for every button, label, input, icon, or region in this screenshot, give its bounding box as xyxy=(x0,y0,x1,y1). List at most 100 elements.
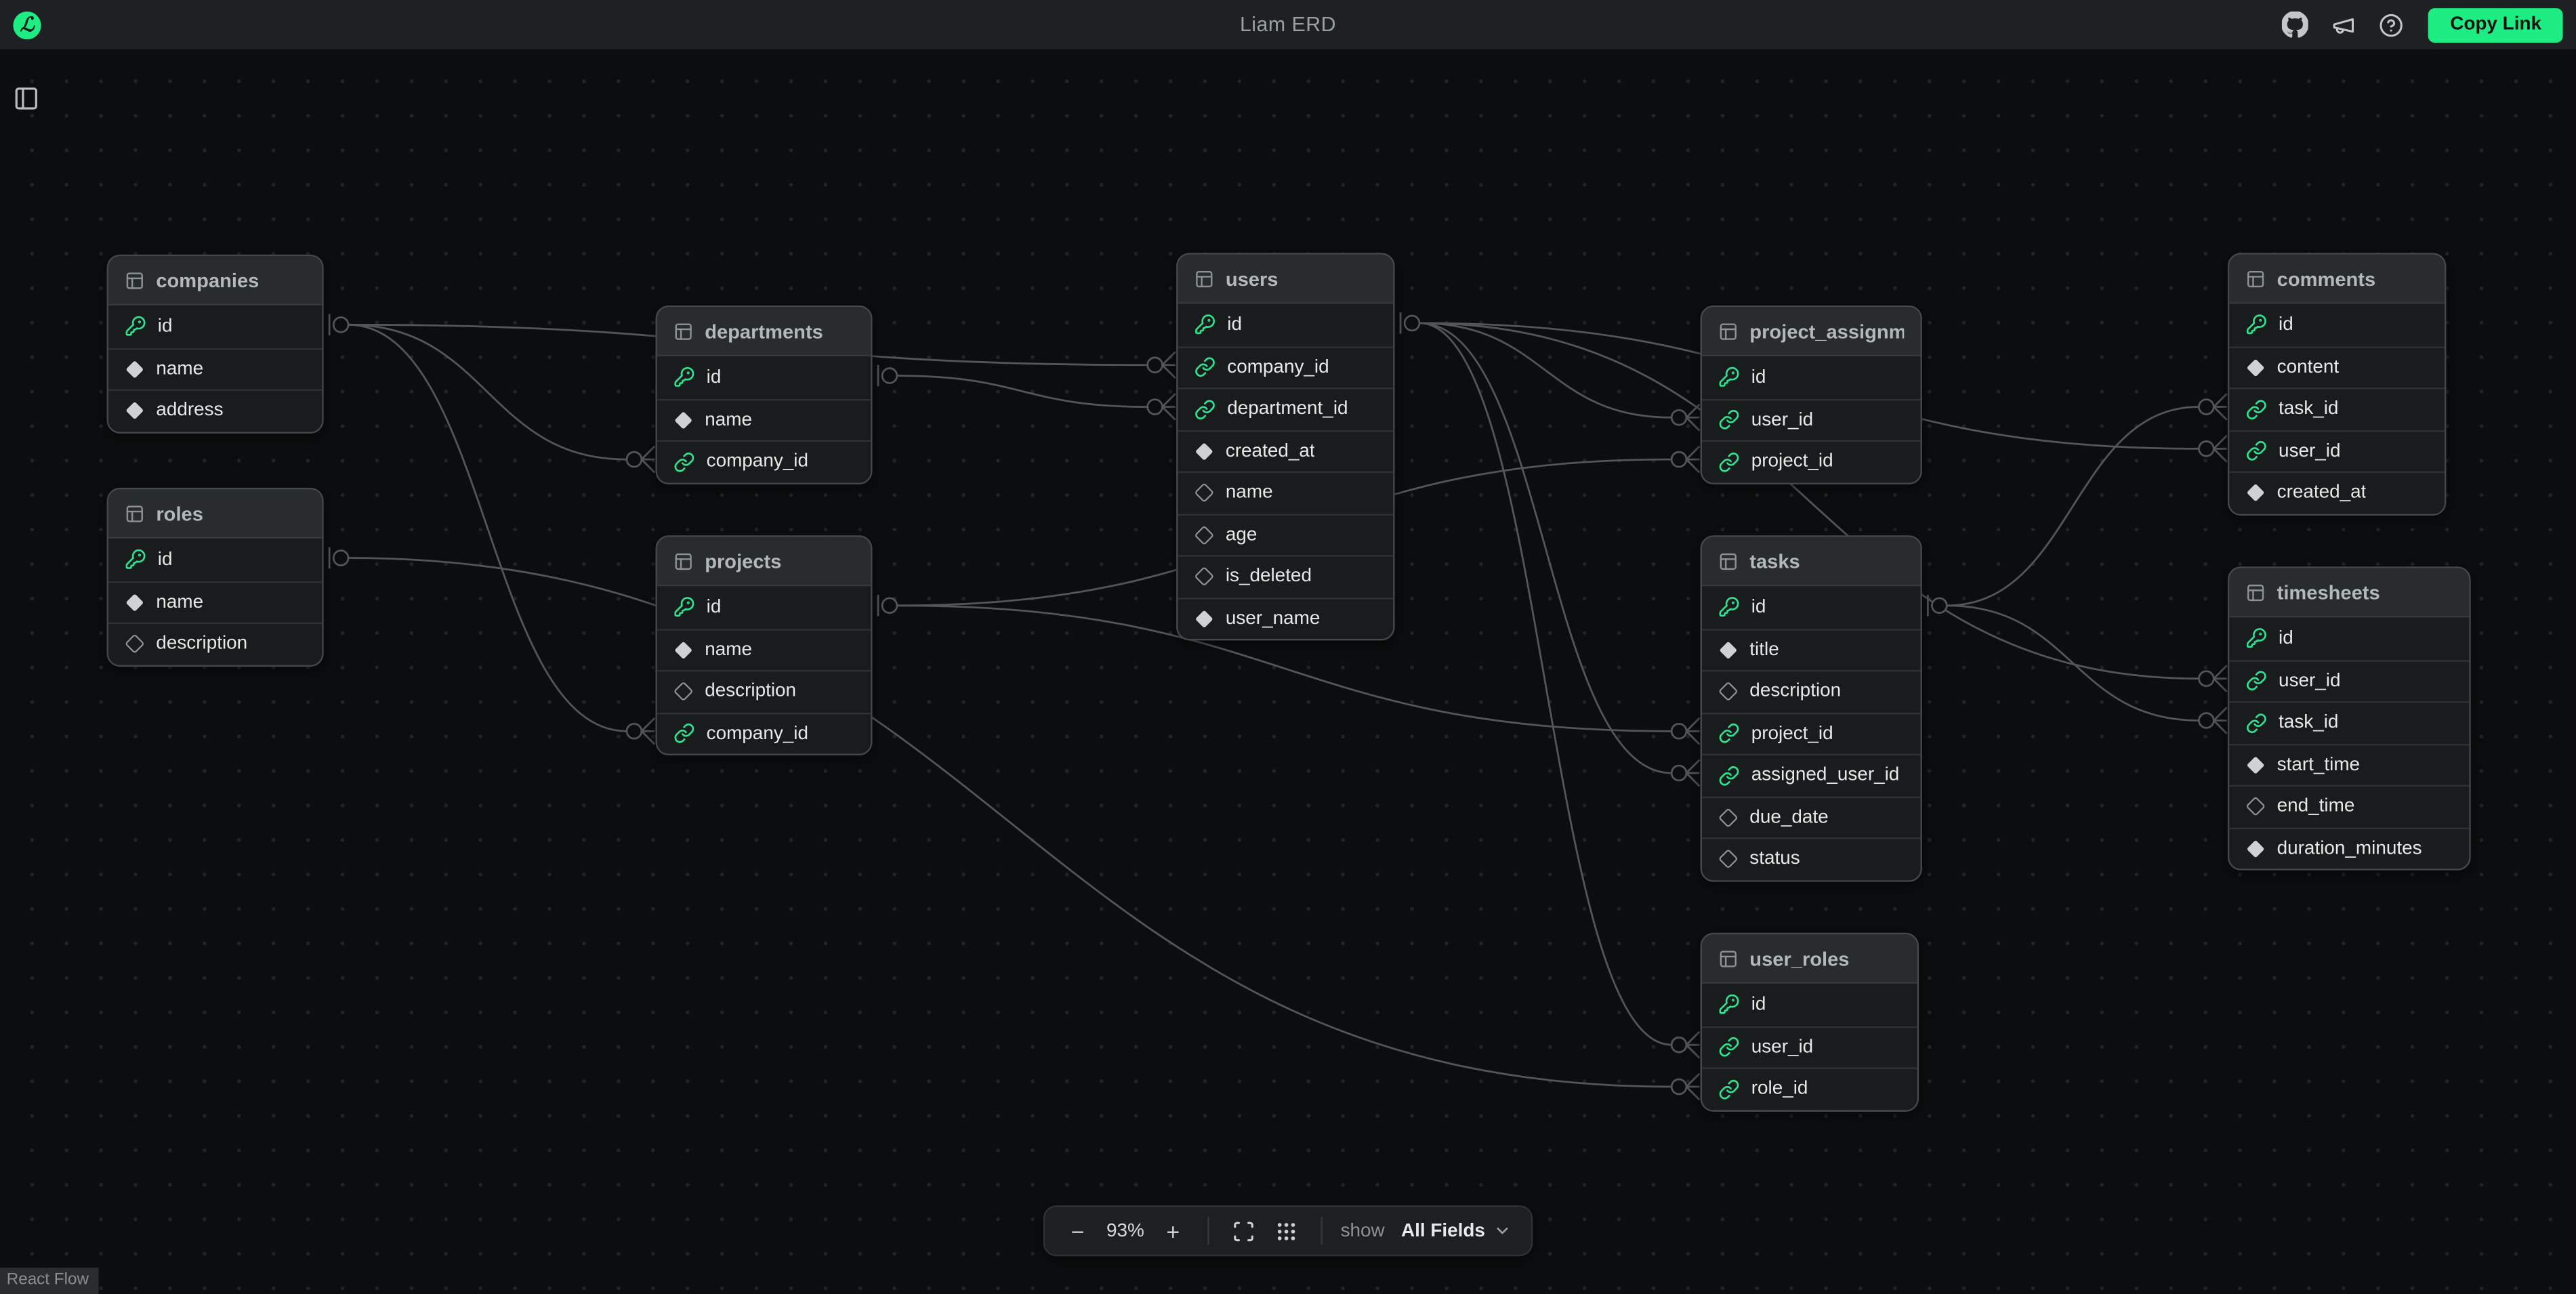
field-project_assignments-user_id[interactable]: user_id xyxy=(1702,398,1920,440)
fields-filter-dropdown[interactable]: All Fields xyxy=(1398,1221,1514,1240)
app-title: Liam ERD xyxy=(1240,13,1336,36)
field-name: address xyxy=(156,401,223,421)
field-departments-company_id[interactable]: company_id xyxy=(657,440,871,482)
field-timesheets-duration_minutes[interactable]: duration_minutes xyxy=(2229,827,2469,869)
field-name: name xyxy=(705,410,752,430)
table-header-tasks[interactable]: tasks xyxy=(1702,537,1920,587)
copy-link-button[interactable]: Copy Link xyxy=(2429,7,2563,42)
table-name: comments xyxy=(2277,267,2376,290)
field-users-name[interactable]: name xyxy=(1178,472,1394,514)
field-companies-name[interactable]: name xyxy=(108,348,322,390)
field-roles-name[interactable]: name xyxy=(108,581,322,623)
table-header-departments[interactable]: departments xyxy=(657,307,871,356)
primary-key-icon xyxy=(125,316,146,337)
field-project_assignments-project_id[interactable]: project_id xyxy=(1702,440,1920,482)
field-comments-content[interactable]: content xyxy=(2229,346,2445,388)
field-name: role_id xyxy=(1751,1079,1808,1099)
field-name: id xyxy=(2279,315,2293,335)
table-user_roles[interactable]: user_rolesiduser_id role_id xyxy=(1701,933,1919,1111)
announcements-button[interactable] xyxy=(2327,8,2359,41)
field-name: user_name xyxy=(1226,609,1321,629)
field-comments-task_id[interactable]: task_id xyxy=(2229,388,2445,430)
primary-key-icon xyxy=(125,549,146,570)
field-comments-user_id[interactable]: user_id xyxy=(2229,430,2445,472)
field-companies-id[interactable]: id xyxy=(108,306,322,348)
table-projects[interactable]: projectsidnamedescriptioncompany_id xyxy=(655,535,872,755)
field-roles-description[interactable]: description xyxy=(108,623,322,665)
table-header-user_roles[interactable]: user_roles xyxy=(1702,934,1917,984)
table-tasks[interactable]: tasksidtitle description project_idassigne… xyxy=(1701,535,1922,881)
field-users-department_id[interactable]: department_id xyxy=(1178,388,1394,430)
github-button[interactable] xyxy=(2279,8,2312,41)
field-tasks-project_id[interactable]: project_id xyxy=(1702,712,1920,754)
field-timesheets-start_time[interactable]: start_time xyxy=(2229,743,2469,785)
table-companies[interactable]: companiesid name address xyxy=(107,255,324,433)
field-users-created_at[interactable]: created_at xyxy=(1178,430,1394,472)
field-users-company_id[interactable]: company_id xyxy=(1178,346,1394,388)
field-companies-address[interactable]: address xyxy=(108,389,322,431)
primary-key-icon xyxy=(1718,994,1740,1016)
diamond-outline-icon xyxy=(673,682,693,702)
field-name: user_id xyxy=(2279,671,2340,691)
field-name: task_id xyxy=(2279,713,2338,733)
table-users[interactable]: usersidcompany_iddepartment_idcreated_at… xyxy=(1176,253,1394,640)
liam-logo-icon: ℒ xyxy=(13,11,41,39)
table-roles[interactable]: rolesidnamedescription xyxy=(107,488,324,666)
table-departments[interactable]: departments id name company_id xyxy=(655,306,872,484)
field-project_assignments-id[interactable]: id xyxy=(1702,356,1920,398)
field-projects-description[interactable]: description xyxy=(657,670,871,712)
field-projects-name[interactable]: name xyxy=(657,628,871,670)
field-tasks-assigned_user_id[interactable]: assigned_user_id xyxy=(1702,754,1920,796)
table-timesheets[interactable]: timesheetsid user_id task_id start_timeend_… xyxy=(2228,566,2471,870)
field-name: name xyxy=(156,359,203,379)
table-header-users[interactable]: users xyxy=(1178,255,1394,304)
fit-view-button[interactable] xyxy=(1227,1214,1260,1247)
table-name: departments xyxy=(705,319,823,342)
field-roles-id[interactable]: id xyxy=(108,539,322,581)
table-comments[interactable]: comments id contenttask_iduser_idcreated_a… xyxy=(2228,253,2446,515)
field-tasks-title[interactable]: title xyxy=(1702,628,1920,670)
field-comments-id[interactable]: id xyxy=(2229,304,2445,346)
table-header-companies[interactable]: companies xyxy=(108,256,322,306)
field-user_roles-user_id[interactable]: user_id xyxy=(1702,1026,1917,1068)
table-project_assignments[interactable]: project_assignme...iduser_id project_id xyxy=(1701,306,1922,484)
toolbar-divider xyxy=(1207,1217,1209,1245)
field-tasks-status[interactable]: status xyxy=(1702,837,1920,879)
field-name: description xyxy=(1749,682,1841,702)
field-tasks-id[interactable]: id xyxy=(1702,586,1920,628)
field-tasks-due_date[interactable]: due_date xyxy=(1702,795,1920,837)
erd-tables-layer: companiesidnameaddressrolesidnamedescrip… xyxy=(0,0,2576,1294)
field-departments-id[interactable]: id xyxy=(657,356,871,398)
table-header-timesheets[interactable]: timesheets xyxy=(2229,568,2469,618)
field-name: due_date xyxy=(1749,808,1828,827)
react-flow-attribution[interactable]: React Flow xyxy=(0,1268,99,1294)
field-departments-name[interactable]: name xyxy=(657,398,871,440)
field-timesheets-end_time[interactable]: end_time xyxy=(2229,785,2469,827)
field-users-id[interactable]: id xyxy=(1178,304,1394,346)
table-header-roles[interactable]: roles xyxy=(108,489,322,539)
zoom-out-button[interactable]: − xyxy=(1061,1214,1094,1247)
diamond-outline-icon xyxy=(1718,682,1738,702)
field-users-is_deleted[interactable]: is_deleted xyxy=(1178,555,1394,597)
table-header-comments[interactable]: comments xyxy=(2229,255,2445,304)
table-header-projects[interactable]: projects xyxy=(657,537,871,587)
field-name: project_id xyxy=(1751,452,1833,472)
sidebar-toggle-button[interactable] xyxy=(10,82,43,114)
field-user_roles-id[interactable]: id xyxy=(1702,984,1917,1026)
field-timesheets-task_id[interactable]: task_id xyxy=(2229,701,2469,743)
field-tasks-description[interactable]: description xyxy=(1702,670,1920,712)
tidy-up-button[interactable] xyxy=(1270,1214,1302,1247)
field-timesheets-user_id[interactable]: user_id xyxy=(2229,659,2469,701)
field-timesheets-id[interactable]: id xyxy=(2229,617,2469,659)
help-button[interactable] xyxy=(2375,8,2407,41)
zoom-in-button[interactable]: + xyxy=(1157,1214,1189,1247)
field-users-age[interactable]: age xyxy=(1178,513,1394,555)
field-projects-company_id[interactable]: company_id xyxy=(657,712,871,754)
foreign-key-icon xyxy=(673,723,695,745)
table-header-project_assignments[interactable]: project_assignme... xyxy=(1702,307,1920,356)
field-user_roles-role_id[interactable]: role_id xyxy=(1702,1068,1917,1110)
field-users-user_name[interactable]: user_name xyxy=(1178,597,1394,639)
field-comments-created_at[interactable]: created_at xyxy=(2229,472,2445,514)
field-projects-id[interactable]: id xyxy=(657,586,871,628)
topbar-actions: Copy Link xyxy=(2279,7,2562,42)
